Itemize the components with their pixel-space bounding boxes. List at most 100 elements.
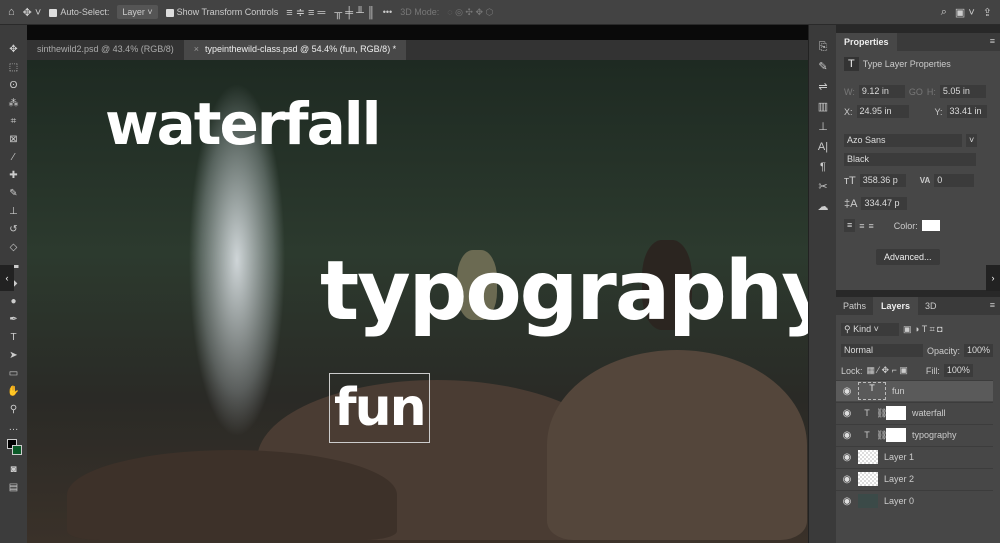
y-field[interactable]: 33.41 in — [946, 105, 987, 118]
tracking-field[interactable]: 0 — [934, 174, 975, 187]
visibility-eye-icon[interactable]: ◉ — [836, 452, 858, 463]
font-style-dropdown[interactable]: Black — [844, 153, 976, 166]
workspace-icon[interactable]: ▣ ˅ — [955, 6, 975, 19]
visibility-eye-icon[interactable]: ◉ — [836, 496, 858, 507]
layer-thumbnail — [858, 472, 878, 486]
color-swatches[interactable] — [6, 439, 22, 459]
panel-menu-icon[interactable]: ≡ — [985, 33, 1000, 51]
dodge-tool-icon[interactable]: ● — [6, 295, 22, 309]
align-left-button[interactable]: ≡ — [844, 219, 856, 232]
visibility-eye-icon[interactable]: ◉ — [836, 386, 858, 397]
x-field[interactable]: 24.95 in — [856, 105, 909, 118]
tab-paths[interactable]: Paths — [836, 297, 873, 315]
history-icon[interactable]: ⎘ — [809, 37, 837, 57]
brush-tool-icon[interactable]: ✎ — [6, 187, 22, 201]
blend-mode-dropdown[interactable]: Normal — [841, 344, 923, 357]
visibility-eye-icon[interactable]: ◉ — [836, 474, 858, 485]
more-tools-icon[interactable]: … — [6, 421, 22, 435]
hand-tool-icon[interactable]: ✋ — [6, 385, 22, 399]
show-transform-checkbox[interactable]: Show Transform Controls — [165, 7, 278, 17]
auto-select-value: Layer — [122, 7, 145, 17]
fill-field[interactable]: 100% — [943, 364, 973, 377]
auto-select-dropdown[interactable]: Layer ˅ — [117, 5, 158, 19]
leading-field[interactable]: 334.47 p — [861, 197, 908, 210]
clone-source-icon[interactable]: ⊥ — [809, 117, 837, 137]
history-brush-icon[interactable]: ↺ — [6, 223, 22, 237]
leading-icon: ‡A — [844, 197, 858, 210]
collapse-left-arrow[interactable]: ‹ — [0, 265, 14, 291]
stamp-tool-icon[interactable]: ⊥ — [6, 205, 22, 219]
tab-layers[interactable]: Layers — [873, 297, 919, 315]
move-tool-icon[interactable]: ✥ — [6, 43, 22, 57]
font-family-dropdown[interactable]: Azo Sans — [844, 134, 962, 147]
share-icon[interactable]: ⇪ — [983, 6, 992, 19]
tab-typeinthewild-class[interactable]: × typeinthewild-class.psd @ 54.4% (fun, R… — [183, 40, 407, 60]
lasso-tool-icon[interactable]: ʘ — [6, 79, 22, 93]
move-tool-icon[interactable]: ✥ ˅ — [23, 6, 42, 19]
auto-select-checkbox[interactable]: Auto-Select: — [49, 7, 109, 17]
more-options-button[interactable]: ••• — [383, 7, 392, 17]
screen-mode-icon[interactable]: ▤ — [6, 481, 22, 495]
tab-close-icon[interactable]: × — [194, 44, 199, 54]
layer-row-layer-1[interactable]: ◉ Layer 1 — [836, 446, 993, 467]
canvas-text-fun[interactable]: fun — [329, 373, 430, 443]
pen-tool-icon[interactable]: ✒ — [6, 313, 22, 327]
panel-menu-icon[interactable]: ≡ — [985, 297, 1000, 315]
text-color-swatch[interactable] — [921, 220, 940, 231]
paragraph-icon[interactable]: ¶ — [809, 157, 837, 177]
eraser-tool-icon[interactable]: ◇ — [6, 241, 22, 255]
shape-tool-icon[interactable]: ▭ — [6, 367, 22, 381]
advanced-button[interactable]: Advanced... — [876, 249, 940, 265]
layer-row-typography[interactable]: ◉ T ⛓ typography — [836, 424, 993, 445]
type-tool-icon[interactable]: T — [6, 331, 22, 345]
quick-mask-icon[interactable]: ◙ — [6, 463, 22, 477]
lock-icons[interactable]: ▦ ⁄ ✥ ⌐ ▣ — [867, 365, 908, 376]
visibility-eye-icon[interactable]: ◉ — [836, 430, 858, 441]
zoom-tool-icon[interactable]: ⚲ — [6, 403, 22, 417]
character-icon[interactable]: A| — [809, 137, 837, 157]
healing-brush-icon[interactable]: ✚ — [6, 169, 22, 183]
tab-sinthewild2[interactable]: sinthewild2.psd @ 43.4% (RGB/8) — [27, 40, 184, 60]
align-center-button[interactable]: ≡ — [859, 221, 864, 231]
opacity-field[interactable]: 100% — [964, 344, 994, 357]
cc-libraries-icon[interactable]: ☁ — [809, 197, 837, 217]
tool-presets-icon[interactable]: ✂ — [809, 177, 837, 197]
align-icons[interactable]: ≡ ≑ ≡ ═ ╥ ╪ ╨ ║ — [286, 6, 375, 19]
align-right-button[interactable]: ≡ — [869, 221, 874, 231]
tab-3d[interactable]: 3D — [918, 297, 944, 315]
visibility-eye-icon[interactable]: ◉ — [836, 408, 858, 419]
path-selection-icon[interactable]: ➤ — [6, 349, 22, 363]
canvas-text-waterfall[interactable]: waterfall — [105, 90, 382, 158]
eyedropper-icon[interactable]: ⁄ — [6, 151, 22, 165]
layer-row-fun[interactable]: ◉ Tfun — [836, 380, 993, 401]
font-size-icon: ᴛT — [844, 174, 856, 187]
magic-wand-icon[interactable]: ⁂ — [6, 97, 22, 111]
font-size-field[interactable]: 358.36 p — [859, 174, 906, 187]
filter-kind-dropdown[interactable]: ⚲ Kind ˅ — [841, 323, 899, 336]
frame-tool-icon[interactable]: ⊠ — [6, 133, 22, 147]
chevron-down-icon[interactable]: ˅ — [966, 134, 978, 147]
search-icon[interactable]: ⌕ — [941, 6, 947, 19]
brush-settings-icon[interactable]: ✎ — [809, 57, 837, 77]
3d-mode-label: 3D Mode: — [400, 7, 440, 17]
properties-subtitle: Type Layer Properties — [862, 59, 951, 69]
filter-icons[interactable]: ▣ ◑ T ⌗ ◘ — [903, 324, 943, 335]
properties-title[interactable]: Properties — [836, 33, 897, 51]
marquee-tool-icon[interactable]: ⬚ — [6, 61, 22, 75]
tab-label: typeinthewild-class.psd @ 54.4% (fun, RG… — [204, 44, 397, 54]
crop-tool-icon[interactable]: ⌗ — [6, 115, 22, 129]
home-icon[interactable]: ⌂ — [8, 6, 15, 18]
height-field[interactable]: 5.05 in — [939, 85, 986, 98]
layer-row-waterfall[interactable]: ◉ T ⛓ waterfall — [836, 402, 993, 423]
libraries-icon[interactable]: ▥ — [809, 97, 837, 117]
3d-mode-icons[interactable]: ◌ ◎ ✣ ✥ ⬡ — [447, 7, 493, 18]
width-field[interactable]: 9.12 in — [858, 85, 905, 98]
y-label: Y: — [934, 106, 943, 117]
layer-row-layer-0[interactable]: ◉ Layer 0 — [836, 490, 993, 511]
canvas-text-typography[interactable]: typography — [320, 244, 808, 339]
canvas[interactable]: waterfall typography fun — [27, 60, 808, 543]
layer-row-layer-2[interactable]: ◉ Layer 2 — [836, 468, 993, 489]
expand-right-arrow[interactable]: › — [986, 265, 1000, 291]
adjustments-icon[interactable]: ⇌ — [809, 77, 837, 97]
w-label: W: — [844, 86, 855, 97]
